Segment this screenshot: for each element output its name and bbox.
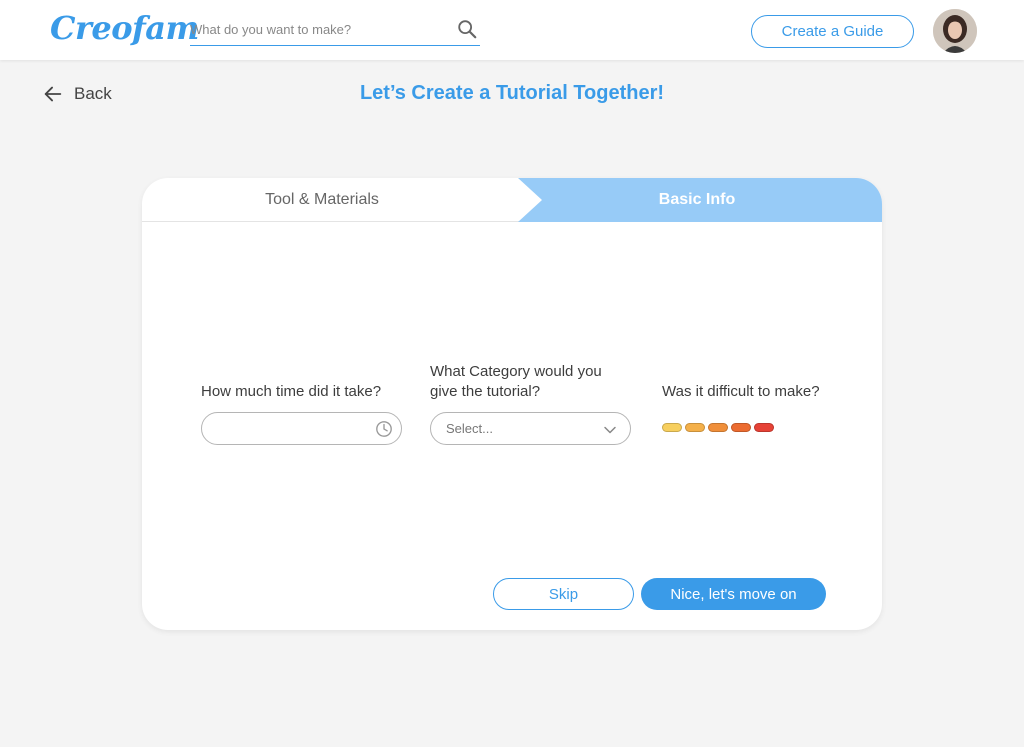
- top-navigation-bar: Creofam Create a Guide: [0, 0, 1024, 60]
- next-button[interactable]: Nice, let's move on: [641, 578, 826, 610]
- difficulty-level-4[interactable]: [731, 423, 751, 432]
- difficulty-level-2[interactable]: [685, 423, 705, 432]
- avatar[interactable]: [933, 9, 977, 53]
- chevron-down-icon: [604, 426, 616, 434]
- tab-tool-materials[interactable]: Tool & Materials: [142, 178, 502, 222]
- search-icon[interactable]: [456, 18, 478, 40]
- time-label: How much time did it take?: [201, 383, 382, 400]
- difficulty-level-5[interactable]: [754, 423, 774, 432]
- difficulty-label: Was it difficult to make?: [662, 383, 820, 400]
- clock-icon: [376, 421, 392, 437]
- step-tabs: Tool & Materials Basic Info: [142, 178, 882, 222]
- user-photo-icon: [933, 9, 977, 53]
- difficulty-level-3[interactable]: [708, 423, 728, 432]
- search-bar: [190, 16, 480, 46]
- search-input[interactable]: [190, 22, 440, 37]
- category-label: What Category would you give the tutoria…: [430, 363, 602, 400]
- page-title: Let’s Create a Tutorial Together!: [359, 82, 665, 104]
- tab-basic-info[interactable]: Basic Info: [542, 178, 852, 222]
- category-select[interactable]: Select...: [430, 412, 631, 445]
- category-select-value: Select...: [446, 421, 493, 436]
- time-input[interactable]: [201, 412, 402, 445]
- difficulty-rating: [662, 423, 774, 432]
- skip-button[interactable]: Skip: [493, 578, 634, 610]
- create-guide-button[interactable]: Create a Guide: [751, 15, 914, 48]
- logo[interactable]: Creofam: [50, 9, 199, 47]
- tutorial-form-card: Tool & Materials Basic Info How much tim…: [142, 178, 882, 630]
- difficulty-level-1[interactable]: [662, 423, 682, 432]
